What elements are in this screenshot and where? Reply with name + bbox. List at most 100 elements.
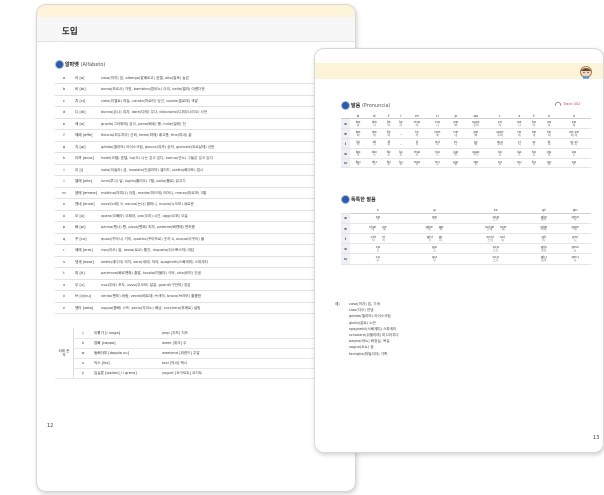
table-row: m 엠메 [emme] mattina(마띠나) 아침, madre(마드레) 어머… bbox=[55, 187, 347, 199]
example-words: zuppa(쭙빠) 스프, zaino(자이노) 배낭, zucchero(쭈께… bbox=[99, 302, 347, 314]
syllable-pair: gli 리 bbox=[542, 235, 547, 242]
grid-cell: ne 네 bbox=[447, 128, 464, 140]
letter: r bbox=[55, 244, 73, 257]
korean-reading: 조 bbox=[572, 152, 576, 157]
grid-cell: ni 니 bbox=[447, 138, 464, 149]
korean-reading: 베 bbox=[356, 132, 360, 137]
title-bar bbox=[37, 17, 355, 42]
grid-cell: mu 무 bbox=[406, 158, 428, 169]
letter: x bbox=[73, 358, 92, 369]
korean-reading: 푸 bbox=[387, 162, 391, 167]
korean-reading: 포 bbox=[387, 152, 391, 157]
korean-reading: 리 bbox=[542, 237, 546, 242]
korean-reading: 스끼 bbox=[487, 237, 493, 242]
table-row: b비 [bi] borsa(보르사) 가방, bambino(밤비노) 아이, b… bbox=[55, 83, 347, 96]
grid-cell: to 또 bbox=[526, 148, 542, 159]
letter: e bbox=[55, 118, 73, 130]
korean-reading: 뚜 bbox=[532, 162, 536, 167]
right-page: 발음 (Pronuncia) Track 002 b d f l m n p qu r s t v z a… bbox=[314, 48, 604, 453]
table-row: z 젯타 [zeta] zuppa(쭙빠) 스프, zaino(자이노) 배낭, z… bbox=[55, 302, 347, 314]
left-page: 도입 알파벳 (Alfabeto) Track 001 a아 [a]casa(까… bbox=[36, 4, 356, 492]
grid-cell: me 메 bbox=[427, 128, 448, 140]
grid-cell: de 데 bbox=[366, 128, 383, 140]
letter: t bbox=[55, 267, 73, 280]
grid-cell: lo 로 bbox=[395, 148, 407, 159]
table-row: e에 [e] grazie(그라찌에) 감사, pane(빠네) 빵, mille… bbox=[55, 118, 347, 130]
letter-name: 엠메 [emme] bbox=[73, 187, 99, 199]
letter-name: 띠 [ti] bbox=[73, 267, 99, 280]
grid-cell: gni 니 bbox=[559, 233, 591, 245]
syllable-pair: scu 스꾸 bbox=[493, 255, 499, 262]
grid-row: o co 꼬 go 고 sco 스꼬 glo 글로 gno 뇨 bbox=[341, 243, 591, 255]
example-words: gelato(젤라또) 아이스크림, giacca(쟈까) 상의, giorna… bbox=[99, 141, 347, 153]
grid-cell: gli 리 bbox=[528, 233, 560, 245]
letter-name: 에페 [effe] bbox=[73, 129, 99, 142]
table-row: l 엘레 [elle] luna(루나) 달, luglio(룰리오) 7월, po… bbox=[55, 175, 347, 188]
grid-cell: gna 냐 bbox=[559, 213, 591, 224]
pronunciation-grid: b d f l m n p qu r s t v z a ba 바 da 다 fa 파 la 라 ma 마 na 나 pa 빠 qua 꾸… bbox=[341, 113, 591, 169]
korean-reading: 베 제 bbox=[570, 132, 578, 137]
grid-cell: sco 스꼬 bbox=[463, 243, 529, 255]
letter-name: 엘레 [elle] bbox=[73, 175, 99, 188]
grid-row: e che 께 ce 체 ghe 게 ge 제 sche 스께 sce 쉐 glie 리에 gne 녜 bbox=[341, 223, 591, 234]
letter-name: 에레 [erre] bbox=[73, 244, 99, 257]
grid-cell: ta 따 bbox=[526, 118, 542, 130]
syllable-pair: ca 카 bbox=[376, 214, 380, 222]
korean-reading: 게 bbox=[427, 227, 431, 232]
korean-reading: 세 bbox=[532, 132, 536, 137]
korean-reading: 사 bbox=[517, 122, 521, 127]
syllable-pair: gi 지 bbox=[439, 235, 442, 242]
grid-cell: - bbox=[395, 128, 407, 140]
grid-cell: bu 부 bbox=[350, 158, 367, 169]
table-row: v브 [vi/vu] vento(벤또) 바람, verde(베르데) 녹색의, … bbox=[55, 290, 347, 303]
table-row: d디 [di] donna(돈나) 여자, dare(다레) 주다, dizion… bbox=[55, 106, 347, 119]
letter-name: 입실론 [ipsilon] / i greca] bbox=[92, 368, 160, 379]
korean-reading: 나 bbox=[436, 122, 439, 127]
korean-reading: 띠 bbox=[547, 142, 551, 147]
table-row: s 엣세 [esse] sedia(세디아) 의자, sera(세라) 저녁, sp… bbox=[55, 256, 347, 268]
alphabet-table: a아 [a] casa(까자) 집, albergo(알베르고) 호텔, alto… bbox=[55, 72, 347, 314]
grid-cell: bi 비 bbox=[350, 138, 367, 149]
korean-reading: 짜 bbox=[572, 122, 576, 127]
section-title-special: 독특한 발음 bbox=[351, 197, 376, 203]
letter-name: 돕삐아부 [doppia vu] bbox=[92, 348, 160, 359]
syllable-pair: schi 스끼 bbox=[486, 235, 494, 242]
top-band bbox=[315, 63, 603, 79]
character-avatar-icon bbox=[580, 66, 592, 79]
grid-cell: nu 누 bbox=[427, 158, 448, 169]
table-row: y 입실론 [ipsilon] / i greca] yogurt [요구르트] 요… bbox=[55, 368, 347, 379]
letter-name: 엣세 [esse] bbox=[73, 256, 99, 268]
korean-reading: 수 bbox=[517, 162, 521, 167]
syllable-pair: glu 글루 bbox=[541, 255, 547, 262]
vowel-header: e bbox=[341, 223, 350, 234]
section-title: 알파벳 (Alfabeto) bbox=[65, 62, 106, 68]
grid-cell: ca 카 bbox=[350, 213, 406, 224]
example-words: fiducia(피두치아) 신뢰, fame(파메) 배고픔, fine(피네)… bbox=[99, 129, 347, 142]
grid-cell: sca 스카 bbox=[463, 213, 529, 224]
grid-cell: glie 리에 bbox=[528, 223, 560, 234]
grid-cell: go 고 bbox=[405, 243, 464, 255]
korean-reading: 스께 bbox=[486, 227, 493, 232]
track-label[interactable]: Track 002 bbox=[555, 102, 580, 106]
korean-reading: 데 bbox=[372, 132, 376, 137]
example-words: opera(오뻬라) 오페라, ora(오라) 시간, oggi(오찌) 오늘 bbox=[99, 210, 347, 222]
grid-cell: lu 루 bbox=[395, 158, 407, 169]
grid-cell: co 꼬 bbox=[350, 243, 406, 255]
korean-reading: 무 bbox=[415, 162, 419, 167]
letter: y bbox=[73, 368, 92, 379]
syllable-pair: go 고 bbox=[432, 245, 437, 252]
grid-row: a ba 바 da 다 fa 파 la 라 ma 마 na 나 pa 빠 qua 꾸아 ra 라 sa 사 ta 따 va 바 z… bbox=[341, 118, 591, 130]
letter-name: 우 [u] bbox=[73, 279, 99, 291]
korean-reading: 시 bbox=[532, 142, 536, 147]
syllable-pair: glo 글로 bbox=[541, 245, 547, 252]
syllable-pair: sca 스카 bbox=[493, 214, 499, 222]
korean-reading: 리 bbox=[517, 142, 521, 147]
syllable-pair: gu 구 bbox=[432, 255, 437, 262]
korean-reading: 구 bbox=[433, 257, 436, 262]
table-row: o오 [o] opera(오뻬라) 오페라, ora(오라) 시간, oggi(오… bbox=[55, 210, 347, 222]
korean-reading: 주 bbox=[572, 162, 576, 167]
korean-reading: 끼 bbox=[371, 237, 375, 242]
korean-reading: 글루 bbox=[541, 257, 547, 262]
syllable-pair: ge 제 bbox=[439, 224, 444, 232]
syllable-pair: gna 냐 bbox=[572, 214, 579, 222]
